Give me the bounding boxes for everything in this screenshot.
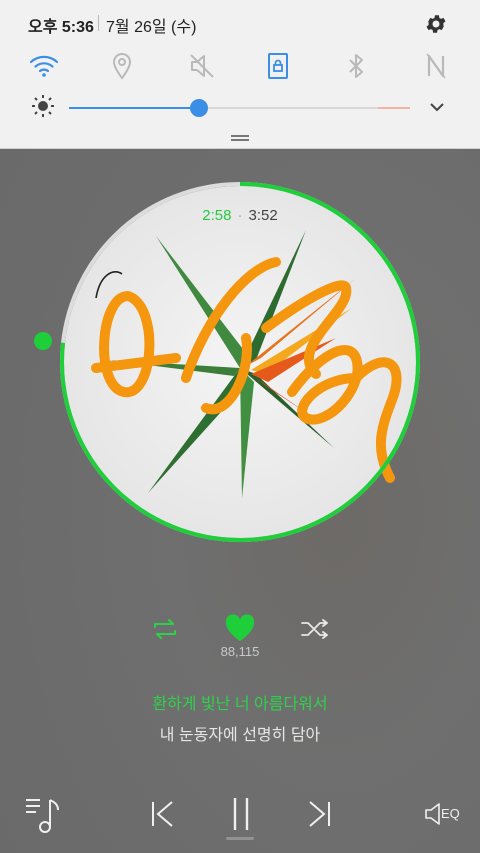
equalizer-button[interactable]: EQ: [424, 800, 464, 828]
brightness-slider-fill: [69, 107, 199, 109]
playlist-icon[interactable]: [24, 796, 62, 836]
eq-label: EQ: [441, 806, 460, 821]
repeat-icon[interactable]: [150, 618, 180, 640]
like-count: 88,115: [220, 644, 260, 659]
quick-settings-row: [0, 50, 480, 86]
shuffle-icon[interactable]: [300, 619, 330, 639]
settings-gear-icon[interactable]: [424, 12, 448, 36]
album-art: [56, 178, 424, 546]
panel-drag-handle[interactable]: [231, 135, 249, 143]
brightness-slider[interactable]: [69, 99, 410, 117]
lyric-current[interactable]: 환하게 빛난 너 아름다워서: [0, 690, 480, 714]
total-time: 3:52: [248, 207, 278, 224]
wifi-icon[interactable]: [28, 50, 60, 82]
brightness-row: [0, 94, 480, 122]
lyric-next[interactable]: 내 눈동자에 선명히 담아: [0, 721, 480, 745]
brightness-warning-zone: [378, 107, 410, 109]
playback-time: 2:58 · 3:52: [202, 207, 278, 224]
previous-track-icon[interactable]: [150, 800, 176, 828]
pause-icon[interactable]: [231, 796, 251, 832]
chevron-down-icon[interactable]: [428, 98, 446, 116]
sound-mute-icon[interactable]: [186, 50, 218, 82]
status-time: 오후 5:36: [28, 19, 94, 36]
home-indicator: [226, 837, 254, 840]
notification-panel: 오후 5:36 7월 26일 (수): [0, 0, 480, 149]
status-date: 7월 26일 (수): [106, 19, 197, 36]
brightness-slider-knob[interactable]: [189, 99, 208, 117]
progress-ring-knob[interactable]: [34, 332, 52, 350]
player-controls: EQ: [0, 790, 480, 840]
like-heart-icon[interactable]: [224, 613, 256, 643]
brightness-sun-icon: [32, 95, 54, 117]
rotation-lock-icon[interactable]: [262, 50, 294, 82]
location-icon[interactable]: [106, 50, 138, 82]
nfc-icon[interactable]: [420, 50, 452, 82]
bluetooth-icon[interactable]: [340, 50, 372, 82]
status-divider: [98, 15, 99, 31]
speaker-icon: [425, 803, 440, 825]
current-time: 2:58: [202, 207, 232, 224]
next-track-icon[interactable]: [306, 800, 332, 828]
